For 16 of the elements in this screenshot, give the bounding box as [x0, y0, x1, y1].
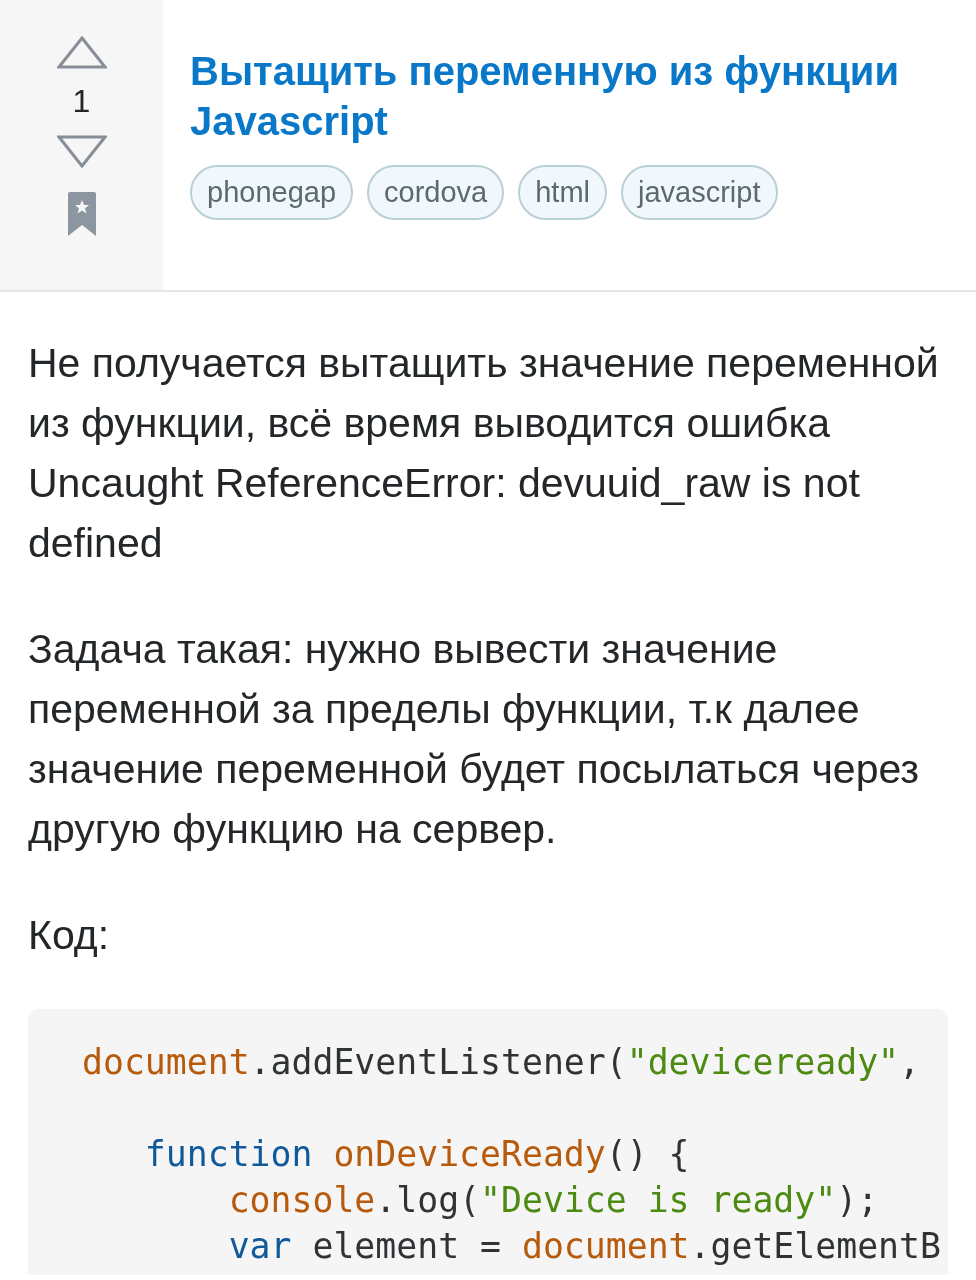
body-paragraph: Задача такая: нужно вывести значение переменной за пределы функции, т.к далее значение переменной будет посылаться через другую функцию на сервер. — [28, 625, 921, 854]
code-line: var element = document.getElementB — [228, 1225, 941, 1268]
code-line: function onDeviceReady() { — [144, 1133, 690, 1176]
code-line: document.addEventListener("deviceready", — [82, 1041, 920, 1084]
vote-count: 1 — [72, 84, 91, 118]
tag-link[interactable]: html — [518, 165, 607, 220]
body-paragraph: Код: — [28, 911, 111, 960]
upvote-icon[interactable] — [56, 36, 107, 69]
body-paragraph: Не получается вытащить значение переменной из функции, всё время выводится ошибка Uncaught ReferenceError: devuuid_raw is not defined — [28, 339, 940, 568]
tag-link[interactable]: javascript — [621, 165, 778, 220]
bookmark-icon[interactable] — [67, 192, 96, 236]
tag-link[interactable]: cordova — [367, 165, 505, 220]
code-line: console.log("Device is ready"); — [228, 1179, 879, 1222]
tag-link[interactable]: phonegap — [190, 165, 354, 220]
downvote-icon[interactable] — [56, 135, 107, 168]
question-title-link[interactable]: Вытащить переменную из функции Javascript — [190, 46, 960, 146]
